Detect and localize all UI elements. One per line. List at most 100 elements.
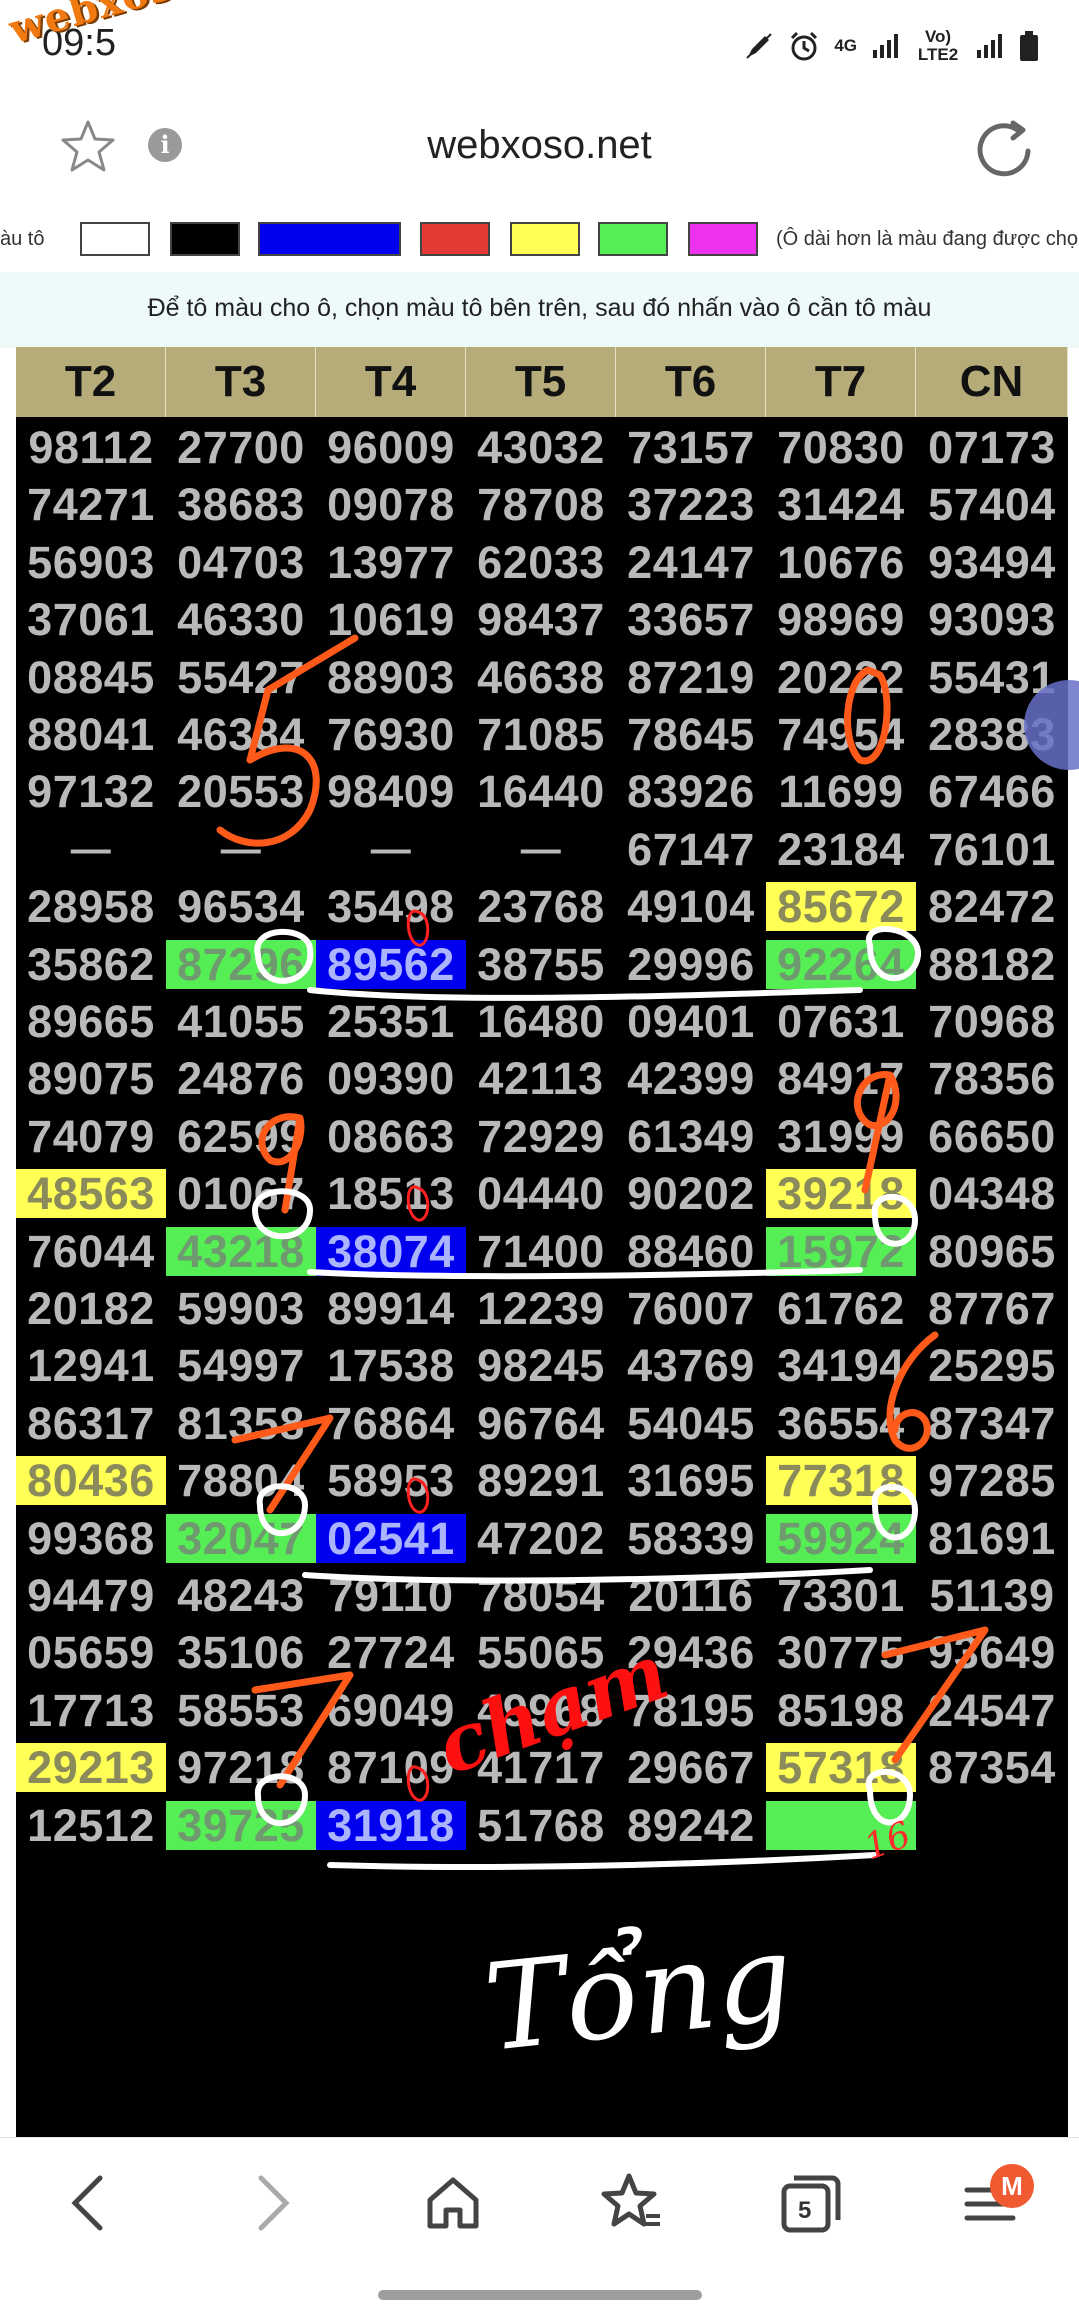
table-cell[interactable]: 39218 bbox=[766, 1169, 916, 1219]
forward-icon[interactable] bbox=[236, 2168, 306, 2238]
table-cell[interactable]: 24547 bbox=[916, 1686, 1068, 1735]
table-cell[interactable]: 12512 bbox=[16, 1801, 166, 1850]
table-cell[interactable]: 11699 bbox=[766, 767, 916, 816]
reload-icon[interactable] bbox=[969, 113, 1039, 183]
table-cell[interactable]: 38755 bbox=[466, 940, 616, 989]
table-cell[interactable]: 61762 bbox=[766, 1284, 916, 1333]
table-cell[interactable]: 57404 bbox=[916, 480, 1068, 529]
table-cell[interactable]: 17538 bbox=[316, 1341, 466, 1390]
table-cell[interactable]: 20182 bbox=[16, 1284, 166, 1333]
table-cell[interactable]: 98969 bbox=[766, 595, 916, 644]
table-cell[interactable]: 93093 bbox=[916, 595, 1068, 644]
table-cell[interactable]: 39725 bbox=[166, 1800, 316, 1850]
table-cell[interactable]: 28958 bbox=[16, 882, 166, 931]
table-cell[interactable]: 49104 bbox=[616, 882, 766, 931]
table-cell[interactable]: 77318 bbox=[766, 1456, 916, 1506]
table-cell[interactable]: 29667 bbox=[616, 1743, 766, 1792]
table-cell[interactable]: 87296 bbox=[166, 939, 316, 989]
table-cell[interactable]: 15972 bbox=[766, 1226, 916, 1276]
table-cell[interactable]: 49968 bbox=[466, 1686, 616, 1735]
table-cell[interactable]: 84917 bbox=[766, 1054, 916, 1103]
table-cell[interactable]: 24876 bbox=[166, 1054, 316, 1103]
table-cell[interactable]: 09390 bbox=[316, 1054, 466, 1103]
swatch-black[interactable] bbox=[170, 222, 240, 256]
table-cell[interactable]: 09401 bbox=[616, 997, 766, 1046]
table-cell[interactable]: 23768 bbox=[466, 882, 616, 931]
table-cell[interactable]: 87767 bbox=[916, 1284, 1068, 1333]
table-cell[interactable]: 46330 bbox=[166, 595, 316, 644]
table-cell[interactable]: 55427 bbox=[166, 653, 316, 702]
table-cell[interactable]: 89665 bbox=[16, 997, 166, 1046]
table-cell[interactable]: 20116 bbox=[616, 1571, 766, 1620]
table-cell[interactable]: 37223 bbox=[616, 480, 766, 529]
table-cell[interactable]: 81691 bbox=[916, 1514, 1068, 1563]
table-cell[interactable]: 74954 bbox=[766, 710, 916, 759]
table-cell[interactable]: 31424 bbox=[766, 480, 916, 529]
table-cell[interactable]: 87219 bbox=[616, 653, 766, 702]
table-cell[interactable]: 33657 bbox=[616, 595, 766, 644]
table-cell[interactable]: 13977 bbox=[316, 538, 466, 587]
table-cell[interactable]: 98409 bbox=[316, 767, 466, 816]
table-cell[interactable]: 12941 bbox=[16, 1341, 166, 1390]
table-cell[interactable]: 89914 bbox=[316, 1284, 466, 1333]
table-cell[interactable]: 17713 bbox=[16, 1686, 166, 1735]
table-cell[interactable]: 31999 bbox=[766, 1112, 916, 1161]
table-cell[interactable]: 58953 bbox=[316, 1456, 466, 1505]
table-cell[interactable]: 24147 bbox=[616, 538, 766, 587]
table-cell[interactable]: 98245 bbox=[466, 1341, 616, 1390]
swatch-green[interactable] bbox=[598, 222, 668, 256]
table-cell[interactable]: 36554 bbox=[766, 1399, 916, 1448]
table-cell[interactable]: 08845 bbox=[16, 653, 166, 702]
table-cell[interactable]: 01067 bbox=[166, 1169, 316, 1218]
table-cell[interactable]: 87354 bbox=[916, 1743, 1068, 1792]
table-cell[interactable]: 96009 bbox=[316, 423, 466, 472]
table-cell[interactable]: 67466 bbox=[916, 767, 1068, 816]
table-cell[interactable]: 05659 bbox=[16, 1628, 166, 1677]
table-cell[interactable]: 89291 bbox=[466, 1456, 616, 1505]
table-cell[interactable]: 59924 bbox=[766, 1513, 916, 1563]
table-cell[interactable]: 29436 bbox=[616, 1628, 766, 1677]
table-cell[interactable]: — bbox=[166, 825, 316, 874]
table-cell[interactable]: 20553 bbox=[166, 767, 316, 816]
table-cell[interactable]: 43032 bbox=[466, 423, 616, 472]
table-cell[interactable]: 48243 bbox=[166, 1571, 316, 1620]
table-cell[interactable]: 78645 bbox=[616, 710, 766, 759]
table-cell[interactable]: 46384 bbox=[166, 710, 316, 759]
table-cell[interactable]: 42113 bbox=[466, 1054, 616, 1103]
table-cell[interactable]: 88182 bbox=[916, 940, 1068, 989]
table-cell[interactable]: 37061 bbox=[16, 595, 166, 644]
table-cell[interactable]: 07631 bbox=[766, 997, 916, 1046]
table-cell[interactable]: 62599 bbox=[166, 1112, 316, 1161]
table-cell[interactable]: 59903 bbox=[166, 1284, 316, 1333]
table-cell[interactable]: 78708 bbox=[466, 480, 616, 529]
table-cell[interactable]: 93649 bbox=[916, 1628, 1068, 1677]
table-cell[interactable]: 70968 bbox=[916, 997, 1068, 1046]
table-cell[interactable]: 76007 bbox=[616, 1284, 766, 1333]
table-cell[interactable]: 99368 bbox=[16, 1514, 166, 1563]
table-cell[interactable]: 74079 bbox=[16, 1112, 166, 1161]
table-cell[interactable] bbox=[916, 1801, 1068, 1850]
table-cell[interactable]: 48563 bbox=[16, 1169, 166, 1219]
table-cell[interactable]: 71085 bbox=[466, 710, 616, 759]
profile-badge[interactable]: M bbox=[990, 2164, 1034, 2208]
table-cell[interactable]: 80965 bbox=[916, 1227, 1068, 1276]
table-cell[interactable]: 41055 bbox=[166, 997, 316, 1046]
table-cell[interactable]: 43769 bbox=[616, 1341, 766, 1390]
table-cell[interactable]: 69049 bbox=[316, 1686, 466, 1735]
table-cell[interactable]: 92264 bbox=[766, 939, 916, 989]
table-cell[interactable]: 12239 bbox=[466, 1284, 616, 1333]
table-cell[interactable]: 30775 bbox=[766, 1628, 916, 1677]
table-cell[interactable]: 56903 bbox=[16, 538, 166, 587]
table-cell[interactable]: 20222 bbox=[766, 653, 916, 702]
table-cell[interactable]: 04440 bbox=[466, 1169, 616, 1218]
table-cell[interactable]: 58339 bbox=[616, 1514, 766, 1563]
table-cell[interactable]: 89075 bbox=[16, 1054, 166, 1103]
table-cell[interactable]: 27724 bbox=[316, 1628, 466, 1677]
table-cell[interactable]: 78804 bbox=[166, 1456, 316, 1505]
table-cell[interactable]: 97132 bbox=[16, 767, 166, 816]
table-cell[interactable]: 67147 bbox=[616, 825, 766, 874]
table-cell[interactable]: 35498 bbox=[316, 882, 466, 931]
table-cell[interactable]: 25295 bbox=[916, 1341, 1068, 1390]
table-cell[interactable]: 85672 bbox=[766, 882, 916, 932]
swatch-yellow[interactable] bbox=[510, 222, 580, 256]
